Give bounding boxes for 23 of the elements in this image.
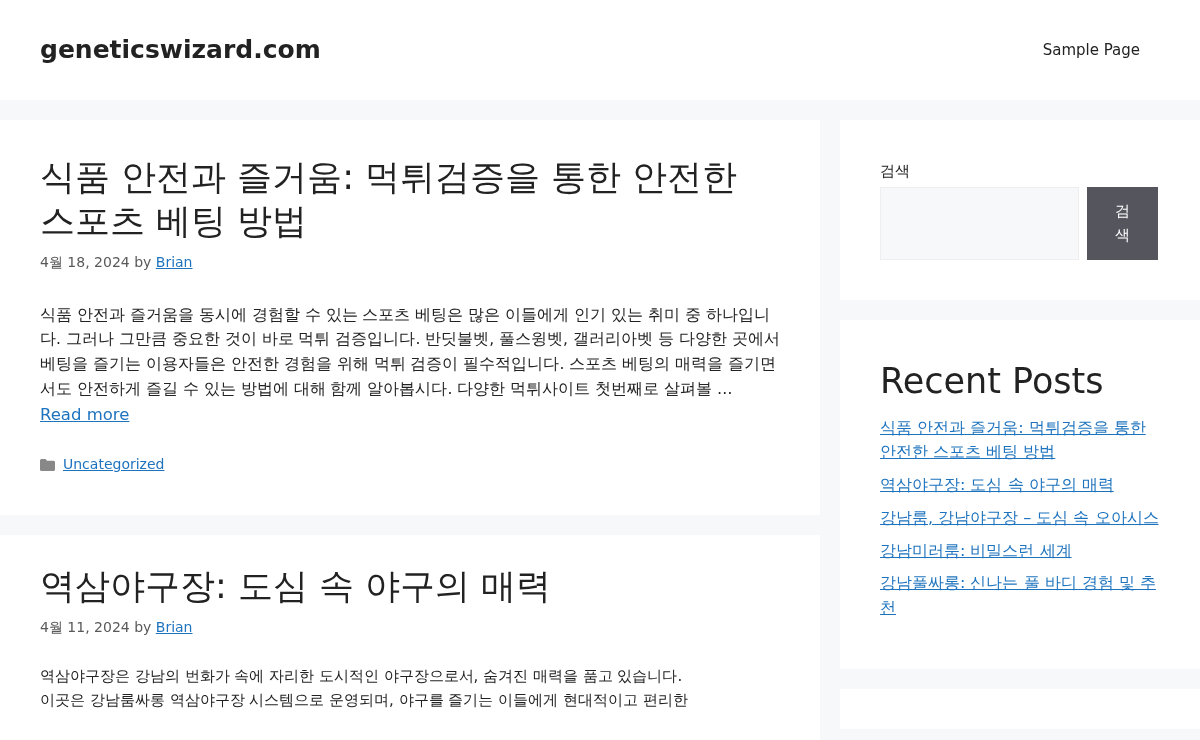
search-label: 검색	[880, 161, 911, 182]
site-title[interactable]: geneticswizard.com	[40, 31, 321, 69]
post-excerpt: 식품 안전과 즐거움을 동시에 경험할 수 있는 스포츠 베팅은 많은 이들에게 인기 있는 취미 중 하나입니다. 그러나 그만큼 중요한 것이 바로 먹튀 검증입니다. 반딧불벳, 풀스윙벳, 갤러리아벳 등 다양한 곳에서 베팅을 즐기는 이용자들은 안전한 경험을 위해 먹튀 검증이 필수적입니다. 스포츠 베팅의 매력을 즐기면서도 안전하게 즐길 수 있는 방법에 대해 함께 알아봅시다. 다양한 먹튀사이트 첫번째로 살펴볼 … Read more	[40, 304, 780, 426]
recent-post-link[interactable]: 식품 안전과 즐거움: 먹튀검증을 통한 안전한 스포츠 베팅 방법	[880, 415, 1160, 466]
byline-text: by	[134, 618, 152, 635]
search-button[interactable]: 검색	[1087, 186, 1158, 260]
post-date: 4월 18, 2024	[40, 253, 130, 270]
recent-post-link[interactable]: 강남미러룸: 비밀스런 세계	[880, 538, 1160, 564]
post-title[interactable]: 식품 안전과 즐거움: 먹튀검증을 통한 안전한 스포츠 베팅 방법	[40, 156, 780, 244]
byline-text: by	[134, 253, 152, 270]
post-excerpt: 역삼야구장은 강남의 번화가 속에 자리한 도시적인 야구장으로서, 숨겨진 매력을 품고 있습니다. 이곳은 강남룸싸롱 역삼야구장 시스템으로 운영되며, 야구를 즐기는 이들에게 현대적이고 편리한	[40, 665, 689, 711]
read-more-link[interactable]: Read more	[40, 404, 130, 424]
post-title[interactable]: 역삼야구장: 도심 속 야구의 매력	[40, 565, 780, 609]
author-link[interactable]: Brian	[155, 618, 193, 635]
folder-icon	[40, 458, 55, 471]
nav-link[interactable]: Sample Page	[1042, 38, 1140, 62]
category-link[interactable]: Uncategorized	[63, 454, 165, 476]
recent-post-link[interactable]: 강남풀싸롱: 신나는 풀 바디 경험 및 추천	[880, 571, 1160, 622]
recent-post-link[interactable]: 역삼야구장: 도심 속 야구의 매력	[880, 473, 1160, 498]
widget-title: Recent Posts	[880, 359, 1105, 402]
author-link[interactable]: Brian	[155, 253, 193, 270]
post-date: 4월 11, 2024	[40, 618, 130, 635]
recent-post-link[interactable]: 강남룸, 강남야구장 – 도심 속 오아시스	[880, 505, 1160, 531]
